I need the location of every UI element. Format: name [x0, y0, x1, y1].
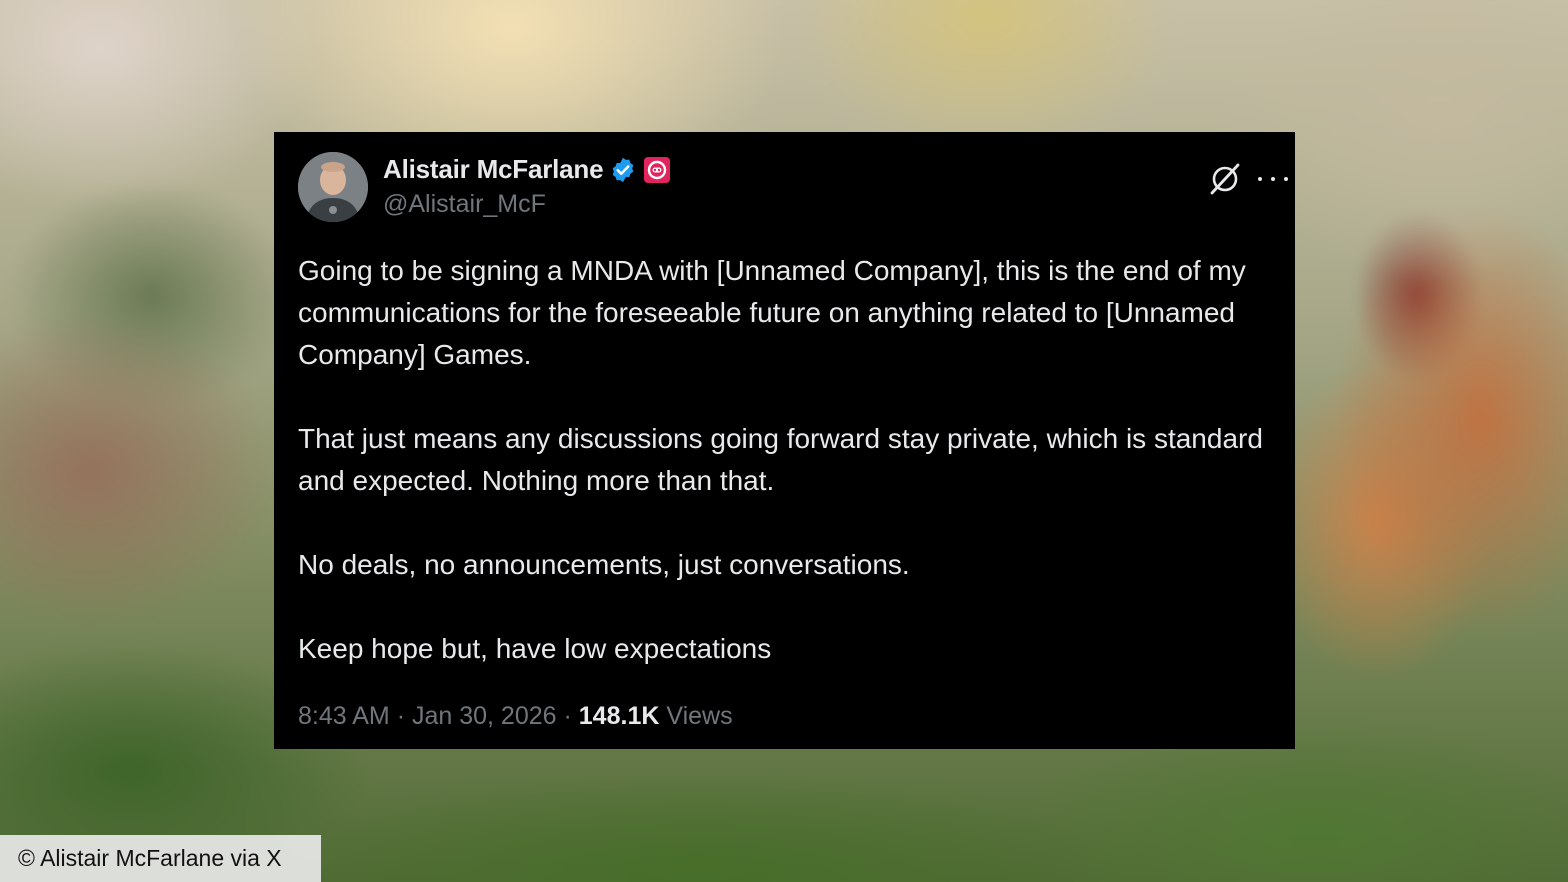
- image-credit: © Alistair McFarlane via X: [0, 835, 321, 882]
- more-options-icon[interactable]: [1258, 166, 1288, 192]
- verified-badge-icon: [609, 156, 637, 184]
- avatar[interactable]: [298, 152, 368, 222]
- screenshot-scene: Alistair McFarlane @Alistair_McF Going t…: [0, 0, 1568, 882]
- more-dot-icon: [1258, 177, 1262, 181]
- tweet-time[interactable]: 8:43 AM: [298, 702, 390, 730]
- handle[interactable]: @Alistair_McF: [383, 190, 546, 219]
- name-row: Alistair McFarlane: [383, 154, 671, 185]
- affiliate-badge-icon[interactable]: [643, 156, 671, 184]
- more-dot-icon: [1271, 177, 1275, 181]
- tweet-meta: 8:43 AM · Jan 30, 2026 · 148.1K Views: [298, 702, 733, 731]
- tweet-paragraph: That just means any discussions going fo…: [298, 423, 1263, 496]
- meta-separator: ·: [563, 702, 572, 730]
- more-dot-icon: [1284, 177, 1288, 181]
- views-count[interactable]: 148.1K: [579, 702, 660, 730]
- meta-separator: ·: [396, 702, 406, 730]
- tweet-text: Going to be signing a MNDA with [Unnamed…: [298, 250, 1283, 670]
- views-label: Views: [666, 702, 733, 730]
- tweet-date[interactable]: Jan 30, 2026: [412, 702, 557, 730]
- tweet-card: Alistair McFarlane @Alistair_McF Going t…: [274, 132, 1295, 749]
- tweet-paragraph: Going to be signing a MNDA with [Unnamed…: [298, 255, 1246, 370]
- grok-icon[interactable]: [1208, 162, 1242, 196]
- tweet-paragraph: No deals, no announcements, just convers…: [298, 549, 910, 580]
- display-name[interactable]: Alistair McFarlane: [383, 154, 604, 185]
- tweet-paragraph: Keep hope but, have low expectations: [298, 633, 772, 664]
